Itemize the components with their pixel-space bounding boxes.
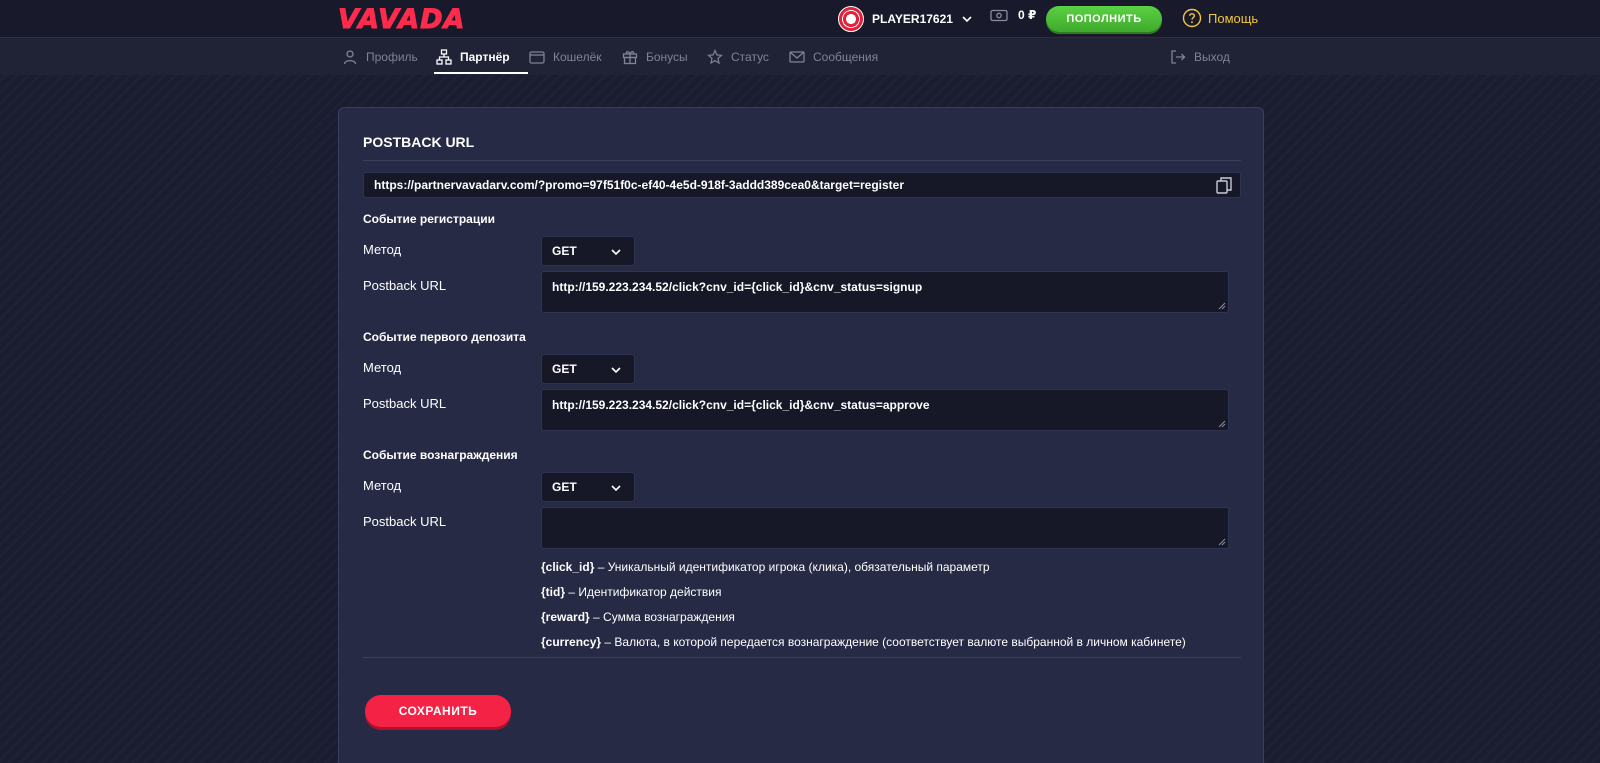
select-value: GET	[552, 362, 577, 376]
param-description: {reward} – Сумма вознаграждения	[541, 610, 735, 624]
postback-label: Postback URL	[363, 396, 447, 411]
tab-label: Кошелёк	[553, 49, 602, 64]
param-key: {currency}	[541, 635, 602, 649]
param-key: {reward}	[541, 610, 590, 624]
registration-method-select[interactable]: GET	[541, 236, 635, 266]
textarea-value: http://159.223.234.52/click?cnv_id={clic…	[552, 280, 923, 294]
postback-label: Postback URL	[363, 514, 447, 529]
help-label: Помощь	[1208, 10, 1259, 26]
tab-profile[interactable]: Профиль	[342, 38, 418, 75]
logout-link[interactable]: Выход	[1170, 38, 1230, 75]
card-title: POSTBACK URL	[363, 134, 475, 150]
first-deposit-event-title: Событие первого депозита	[363, 330, 526, 344]
param-desc: – Уникальный идентификатор игрока (клика…	[594, 560, 990, 574]
tab-partner[interactable]: Партнёр	[436, 38, 510, 75]
save-button[interactable]: СОХРАНИТЬ	[365, 695, 511, 727]
chevron-down-icon	[611, 485, 621, 492]
param-desc: – Валюта, в которой передается вознаграж…	[601, 635, 1186, 649]
reward-postback-input[interactable]	[541, 507, 1229, 549]
account-nav: Профиль Партнёр Кошелёк Бонусы Статус Со…	[0, 38, 1600, 75]
chevron-down-icon	[611, 367, 621, 374]
tab-wallet[interactable]: Кошелёк	[529, 38, 602, 75]
deposit-button[interactable]: ПОПОЛНИТЬ	[1046, 6, 1162, 32]
tab-bonuses[interactable]: Бонусы	[622, 38, 688, 75]
gift-icon	[622, 50, 638, 64]
balance-value: 0 ₽	[1018, 8, 1037, 22]
help-link[interactable]: Помощь	[1182, 8, 1258, 28]
question-circle-icon	[1182, 8, 1202, 28]
cash-icon	[990, 9, 1008, 21]
first-deposit-method-select[interactable]: GET	[541, 354, 635, 384]
resize-handle-icon[interactable]	[1218, 302, 1226, 310]
postback-label: Postback URL	[363, 278, 447, 293]
first-deposit-postback-input[interactable]: http://159.223.234.52/click?cnv_id={clic…	[541, 389, 1229, 431]
textarea-value: http://159.223.234.52/click?cnv_id={clic…	[552, 398, 930, 412]
param-key: {tid}	[541, 585, 565, 599]
balance-display[interactable]: 0 ₽	[990, 8, 1036, 22]
postback-card: POSTBACK URL https://partnervavadarv.com…	[338, 107, 1264, 763]
param-key: {click_id}	[541, 560, 595, 574]
method-label: Метод	[363, 242, 402, 257]
resize-handle-icon[interactable]	[1218, 538, 1226, 546]
param-desc: – Идентификатор действия	[565, 585, 722, 599]
tab-label: Партнёр	[460, 49, 510, 64]
registration-event-title: Событие регистрации	[363, 212, 495, 226]
select-value: GET	[552, 480, 577, 494]
divider	[363, 657, 1241, 658]
tab-label: Профиль	[366, 49, 418, 64]
star-icon	[707, 48, 723, 64]
tab-status[interactable]: Статус	[707, 38, 769, 75]
param-description: {click_id} – Уникальный идентификатор иг…	[541, 560, 990, 574]
username: PLAYER17621	[872, 12, 953, 26]
reward-event-title: Событие вознаграждения	[363, 448, 518, 462]
method-label: Метод	[363, 360, 402, 375]
wallet-icon	[529, 50, 545, 64]
user-icon	[343, 49, 357, 64]
select-value: GET	[552, 244, 577, 258]
logout-icon	[1171, 49, 1186, 64]
tab-label: Статус	[731, 49, 769, 64]
divider	[363, 160, 1241, 161]
copy-icon[interactable]	[1216, 177, 1232, 194]
tab-label: Бонусы	[646, 49, 688, 64]
partner-icon	[436, 48, 452, 65]
vavada-logo[interactable]: VAVADA	[337, 4, 465, 36]
logout-label: Выход	[1194, 49, 1230, 64]
param-description: {tid} – Идентификатор действия	[541, 585, 721, 599]
registration-postback-input[interactable]: http://159.223.234.52/click?cnv_id={clic…	[541, 271, 1229, 313]
user-menu[interactable]: PLAYER17621	[838, 6, 973, 32]
reward-method-select[interactable]: GET	[541, 472, 635, 502]
tab-messages[interactable]: Сообщения	[789, 38, 878, 75]
resize-handle-icon[interactable]	[1218, 420, 1226, 428]
chevron-down-icon	[611, 249, 621, 256]
top-bar: VAVADA PLAYER17621 0 ₽ ПОПОЛНИТЬ Помощь	[0, 0, 1600, 38]
method-label: Метод	[363, 478, 402, 493]
tab-label: Сообщения	[813, 49, 879, 64]
avatar	[838, 6, 864, 32]
envelope-icon	[789, 50, 805, 63]
active-tab-indicator	[434, 72, 528, 74]
param-desc: – Сумма вознаграждения	[589, 610, 735, 624]
partner-url-text: https://partnervavadarv.com/?promo=97f51…	[374, 178, 904, 192]
chevron-down-icon	[962, 16, 972, 23]
partner-url-field[interactable]: https://partnervavadarv.com/?promo=97f51…	[363, 172, 1241, 198]
param-description: {currency} – Валюта, в которой передаетс…	[541, 635, 1186, 649]
